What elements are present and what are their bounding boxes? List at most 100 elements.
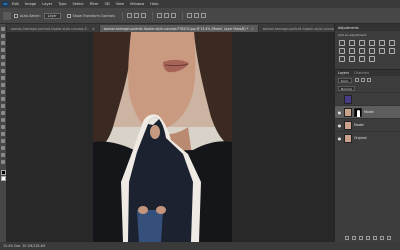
hand-tool-icon[interactable]	[1, 153, 5, 157]
layer-name[interactable]: Model	[354, 123, 364, 127]
color-balance-icon[interactable]	[339, 48, 345, 54]
foreground-color-swatch[interactable]	[0, 170, 6, 175]
eye-icon[interactable]: ●	[337, 123, 342, 128]
auto-select-checkbox[interactable]	[14, 13, 18, 18]
show-transform-checkbox[interactable]	[66, 13, 71, 18]
layer-filter-row: Kind	[335, 76, 400, 84]
marquee-tool-icon[interactable]	[1, 34, 5, 38]
blend-mode-dropdown[interactable]: Normal	[338, 85, 355, 91]
auto-select-dropdown[interactable]: Layer	[43, 12, 61, 19]
layer-row-selected[interactable]: ● Model	[335, 105, 400, 118]
menu-select[interactable]: Select	[73, 2, 84, 6]
shape-tool-icon[interactable]	[1, 146, 5, 150]
link-icon[interactable]	[345, 236, 349, 240]
path-select-tool-icon[interactable]	[1, 139, 5, 143]
document-tab[interactable]: woman-teenager-portrait-hipster-style-co…	[7, 25, 100, 32]
eye-icon[interactable]: ●	[337, 136, 342, 141]
menu-edit[interactable]: Edit	[12, 2, 19, 6]
distribute-icon[interactable]	[200, 13, 206, 18]
move-tool-icon[interactable]	[1, 27, 5, 31]
fx-icon[interactable]	[352, 236, 356, 240]
layer-row[interactable]	[335, 92, 400, 105]
exposure-icon[interactable]	[369, 40, 375, 46]
photo-filter-icon[interactable]	[359, 48, 365, 54]
mask-icon[interactable]	[354, 107, 362, 117]
align-right-icon[interactable]	[140, 13, 146, 18]
brightness-icon[interactable]	[339, 40, 345, 46]
add-mask-icon[interactable]	[359, 236, 363, 240]
posterize-icon[interactable]	[339, 56, 345, 62]
brush-tool-icon[interactable]	[1, 76, 5, 80]
menu-view[interactable]: View	[116, 2, 125, 6]
menu-3d[interactable]: 3D	[105, 2, 110, 6]
layer-row[interactable]: ● Model	[335, 118, 400, 131]
align-top-icon[interactable]	[156, 13, 162, 18]
filter-type-icon[interactable]	[367, 78, 371, 82]
clone-stamp-tool-icon[interactable]	[1, 83, 5, 87]
levels-icon[interactable]	[349, 40, 355, 46]
filter-pixel-icon[interactable]	[355, 78, 359, 82]
color-lookup-icon[interactable]	[379, 48, 385, 54]
history-brush-tool-icon[interactable]	[1, 90, 5, 94]
move-tool-icon[interactable]	[3, 11, 11, 20]
align-middle-icon[interactable]	[163, 13, 169, 18]
tab-adjustments[interactable]: Adjustments	[338, 26, 359, 30]
menu-image[interactable]: Image	[25, 2, 36, 6]
layer-name[interactable]: Original	[354, 136, 366, 140]
crop-tool-icon[interactable]	[1, 55, 5, 59]
black-white-icon[interactable]	[349, 48, 355, 54]
background-color-swatch[interactable]	[0, 176, 6, 181]
tab-channels[interactable]: Channels	[354, 71, 369, 75]
document-canvas[interactable]	[93, 32, 232, 242]
adjustment-layer-icon[interactable]	[366, 236, 370, 240]
distribute-icon[interactable]	[186, 13, 192, 18]
menu-filter[interactable]: Filter	[90, 2, 99, 6]
document-tab-active[interactable]: woman-teenager-portrait-hipster-style-co…	[99, 25, 259, 32]
gradient-map-icon[interactable]	[359, 56, 365, 62]
new-layer-icon[interactable]	[380, 236, 384, 240]
canvas-area[interactable]	[7, 32, 334, 242]
threshold-icon[interactable]	[349, 56, 355, 62]
tab-label: woman-teenager-portrait-hipster-style-co…	[262, 26, 334, 31]
lasso-tool-icon[interactable]	[1, 41, 5, 45]
menu-help[interactable]: Help	[150, 2, 158, 6]
layer-name[interactable]: Model	[364, 110, 374, 114]
tab-layers[interactable]: Layers	[338, 71, 349, 75]
close-icon[interactable]: ×	[251, 27, 254, 31]
menu-layer[interactable]: Layer	[42, 2, 52, 6]
folder-icon[interactable]	[373, 236, 377, 240]
document-tab[interactable]: woman-teenager-portrait-hipster-style-co…	[258, 25, 334, 32]
menu-type[interactable]: Type	[58, 2, 66, 6]
eyedropper-tool-icon[interactable]	[1, 62, 5, 66]
eye-icon[interactable]: ●	[337, 110, 342, 115]
blur-tool-icon[interactable]	[1, 111, 5, 115]
filter-adjustment-icon[interactable]	[361, 78, 365, 82]
adjustments-panel-header: Adjustments	[335, 24, 400, 31]
eraser-tool-icon[interactable]	[1, 97, 5, 101]
invert-icon[interactable]	[389, 48, 395, 54]
dodge-tool-icon[interactable]	[1, 118, 5, 122]
quick-select-tool-icon[interactable]	[1, 48, 5, 52]
tab-label: woman-teenager-portrait-hipster-style-co…	[103, 26, 249, 31]
hue-saturation-icon[interactable]	[389, 40, 395, 46]
vibrance-icon[interactable]	[379, 40, 385, 46]
align-bottom-icon[interactable]	[170, 13, 176, 18]
blend-mode-row: Normal	[335, 84, 400, 92]
layers-footer	[345, 236, 394, 240]
layer-kind-dropdown[interactable]: Kind	[338, 77, 352, 83]
selective-color-icon[interactable]	[369, 56, 375, 62]
close-icon[interactable]: ×	[92, 27, 95, 31]
curves-icon[interactable]	[359, 40, 365, 46]
align-left-icon[interactable]	[126, 13, 132, 18]
type-tool-icon[interactable]	[1, 132, 5, 136]
trash-icon[interactable]	[387, 236, 391, 240]
gradient-tool-icon[interactable]	[1, 104, 5, 108]
menu-window[interactable]: Window	[130, 2, 144, 6]
align-center-icon[interactable]	[133, 13, 139, 18]
pen-tool-icon[interactable]	[1, 125, 5, 129]
channel-mixer-icon[interactable]	[369, 48, 375, 54]
healing-tool-icon[interactable]	[1, 69, 5, 73]
layer-row[interactable]: ● Original	[335, 131, 400, 144]
distribute-icon[interactable]	[193, 13, 199, 18]
zoom-tool-icon[interactable]	[1, 160, 5, 164]
